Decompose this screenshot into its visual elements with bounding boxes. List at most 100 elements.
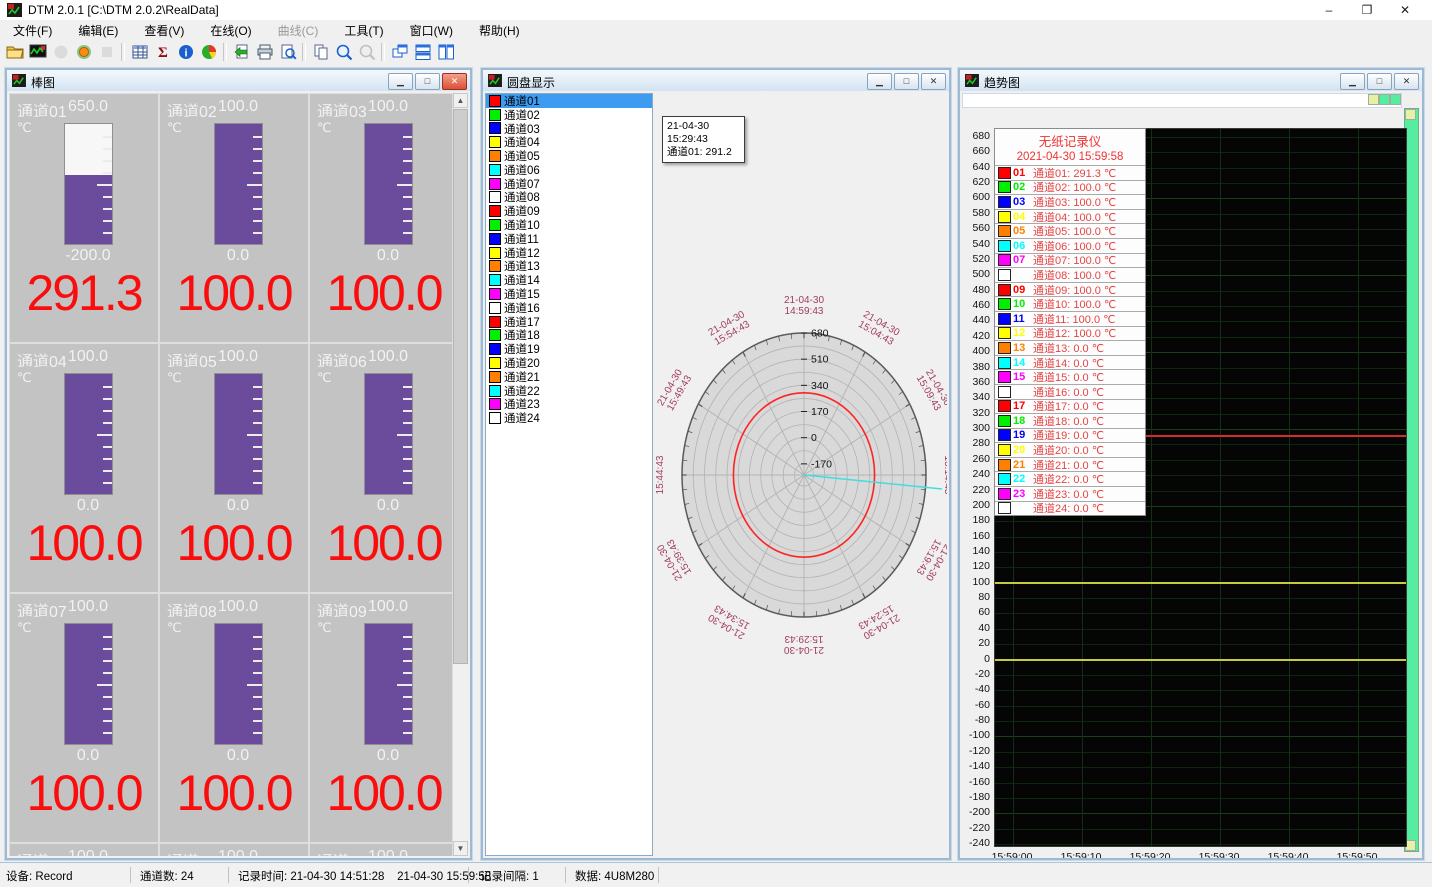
tile-horizontal-icon[interactable] bbox=[411, 41, 434, 62]
disc-display-window: 圆盘显示 ▁ □ ✕ 6805103401700-17021-04-3014:5… bbox=[481, 68, 951, 860]
sigma-statistics-icon[interactable]: Σ bbox=[151, 41, 174, 62]
close-button[interactable]: ✕ bbox=[1386, 0, 1424, 20]
menu-c: 曲线(C) bbox=[265, 20, 332, 41]
disc-close-button[interactable]: ✕ bbox=[921, 73, 946, 90]
legend-row: 21通道21: 0.0 ℃ bbox=[995, 457, 1145, 472]
legend-row: 08通道08: 100.0 ℃ bbox=[995, 267, 1145, 282]
bar-close-button[interactable]: ✕ bbox=[442, 73, 467, 90]
gauge-reading: 100.0 bbox=[310, 264, 458, 322]
copy-icon[interactable] bbox=[309, 41, 332, 62]
gauge-tick bbox=[403, 172, 412, 174]
gauge-tick bbox=[103, 458, 112, 460]
vscroll-button[interactable] bbox=[1405, 109, 1416, 120]
trend-y-tick-label: -120 bbox=[962, 745, 990, 757]
gauge-tick bbox=[397, 684, 412, 686]
trend-y-tick-label: -180 bbox=[962, 791, 990, 803]
trend-close-button[interactable]: ✕ bbox=[1394, 73, 1419, 90]
menu-w[interactable]: 窗口(W) bbox=[397, 20, 466, 41]
menu-o[interactable]: 在线(O) bbox=[197, 20, 264, 41]
polar-angle-label: 21-04-3015:39:43 bbox=[655, 536, 694, 582]
tile-vertical-icon[interactable] bbox=[434, 41, 457, 62]
menu-h[interactable]: 帮助(H) bbox=[466, 20, 533, 41]
gauge-min-value: 0.0 bbox=[330, 747, 446, 765]
window-title: DTM 2.0.1 [C:\DTM 2.0.2\RealData] bbox=[28, 3, 219, 17]
zoom-icon[interactable] bbox=[332, 41, 355, 62]
menu-f[interactable]: 文件(F) bbox=[0, 20, 65, 41]
minimize-button[interactable]: – bbox=[1310, 0, 1348, 20]
polar-angle-label: 21-04-3015:14:43 bbox=[942, 455, 947, 495]
trend-gridline-h bbox=[995, 552, 1406, 553]
open-folder-icon[interactable] bbox=[3, 41, 26, 62]
info-icon[interactable]: i bbox=[174, 41, 197, 62]
data-table-icon[interactable] bbox=[128, 41, 151, 62]
realtime-monitor-icon[interactable] bbox=[26, 41, 49, 62]
channel-list-item[interactable]: 通道24 bbox=[486, 411, 652, 425]
gauge-tick bbox=[97, 184, 112, 186]
trend-gridline-h bbox=[995, 752, 1406, 753]
gauge-tick bbox=[403, 458, 412, 460]
trend-y-tick-label: -20 bbox=[962, 668, 990, 680]
menu-t[interactable]: 工具(T) bbox=[331, 20, 396, 41]
gauge-reading: 100.0 bbox=[10, 764, 158, 822]
bar-scrollbar[interactable]: ▲ ▼ bbox=[452, 93, 468, 856]
disc-maximize-button[interactable]: □ bbox=[894, 73, 919, 90]
trend-gridline-h bbox=[995, 813, 1406, 814]
legend-channel-value: 通道24: 0.0 ℃ bbox=[1033, 500, 1104, 516]
bar-window-titlebar[interactable]: 棒图 ▁ □ ✕ bbox=[7, 70, 470, 92]
trend-y-tick-label: 200 bbox=[962, 499, 990, 511]
disc-window-titlebar[interactable]: 圆盘显示 ▁ □ ✕ bbox=[483, 70, 949, 92]
legend-channel-value: 通道06: 100.0 ℃ bbox=[1033, 238, 1116, 254]
gauge-tick bbox=[253, 386, 262, 388]
gauge-tick bbox=[253, 660, 262, 662]
gauge-unit: ℃ bbox=[167, 370, 182, 386]
legend-row: 11通道11: 100.0 ℃ bbox=[995, 311, 1145, 326]
export-icon[interactable] bbox=[230, 41, 253, 62]
gauge-tick bbox=[253, 720, 262, 722]
toolbar-separator bbox=[121, 43, 125, 61]
trend-minimize-button[interactable]: ▁ bbox=[1340, 73, 1365, 90]
trend-window-titlebar[interactable]: 趋势图 ▁ □ ✕ bbox=[960, 70, 1422, 92]
trend-y-tick-label: 580 bbox=[962, 207, 990, 219]
polar-angle-label: 21-04-3015:54:43 bbox=[707, 309, 753, 348]
gauge-tick bbox=[247, 434, 262, 436]
status-divider bbox=[468, 867, 469, 883]
trend-x-tick-label: 15:59:20 bbox=[1122, 851, 1178, 858]
bar-maximize-button[interactable]: □ bbox=[415, 73, 440, 90]
legend-color-swatch bbox=[998, 444, 1011, 456]
trend-y-tick-label: 480 bbox=[962, 284, 990, 296]
legend-channel-number: 16 bbox=[1013, 386, 1033, 398]
gauge-tick bbox=[253, 732, 262, 734]
hscroll-button[interactable] bbox=[1390, 94, 1401, 105]
pie-chart-icon[interactable] bbox=[197, 41, 220, 62]
menu-e[interactable]: 编辑(E) bbox=[65, 20, 131, 41]
print-preview-icon[interactable] bbox=[276, 41, 299, 62]
trend-gridline-h bbox=[995, 644, 1406, 645]
gauge-tick bbox=[103, 398, 112, 400]
record-active-icon[interactable] bbox=[72, 41, 95, 62]
trend-y-tick-label: 20 bbox=[962, 637, 990, 649]
gauge-max-value: 100.0 bbox=[218, 348, 258, 366]
cascade-windows-icon[interactable] bbox=[388, 41, 411, 62]
trend-y-tick-label: 640 bbox=[962, 161, 990, 173]
scroll-up-icon[interactable]: ▲ bbox=[453, 93, 468, 108]
hscroll-button[interactable] bbox=[1379, 94, 1390, 105]
menu-v[interactable]: 查看(V) bbox=[131, 20, 197, 41]
legend-channel-number: 08 bbox=[1013, 269, 1033, 281]
restore-button[interactable]: ❐ bbox=[1348, 0, 1386, 20]
legend-channel-value: 通道20: 0.0 ℃ bbox=[1033, 442, 1104, 458]
print-icon[interactable] bbox=[253, 41, 276, 62]
gauge-tick bbox=[403, 470, 412, 472]
disc-minimize-button[interactable]: ▁ bbox=[867, 73, 892, 90]
trend-hscrollbar[interactable] bbox=[962, 93, 1402, 108]
hscroll-button[interactable] bbox=[1368, 94, 1379, 105]
scroll-thumb[interactable] bbox=[453, 109, 468, 664]
trend-maximize-button[interactable]: □ bbox=[1367, 73, 1392, 90]
scroll-down-icon[interactable]: ▼ bbox=[453, 841, 468, 856]
bar-minimize-button[interactable]: ▁ bbox=[388, 73, 413, 90]
legend-row: 16通道16: 0.0 ℃ bbox=[995, 384, 1145, 399]
legend-row: 19通道19: 0.0 ℃ bbox=[995, 428, 1145, 443]
gauge-tick bbox=[253, 196, 262, 198]
channel-color-swatch bbox=[489, 398, 501, 410]
legend-color-swatch bbox=[998, 196, 1011, 208]
gauge-max-value: 100.0 bbox=[218, 848, 258, 856]
